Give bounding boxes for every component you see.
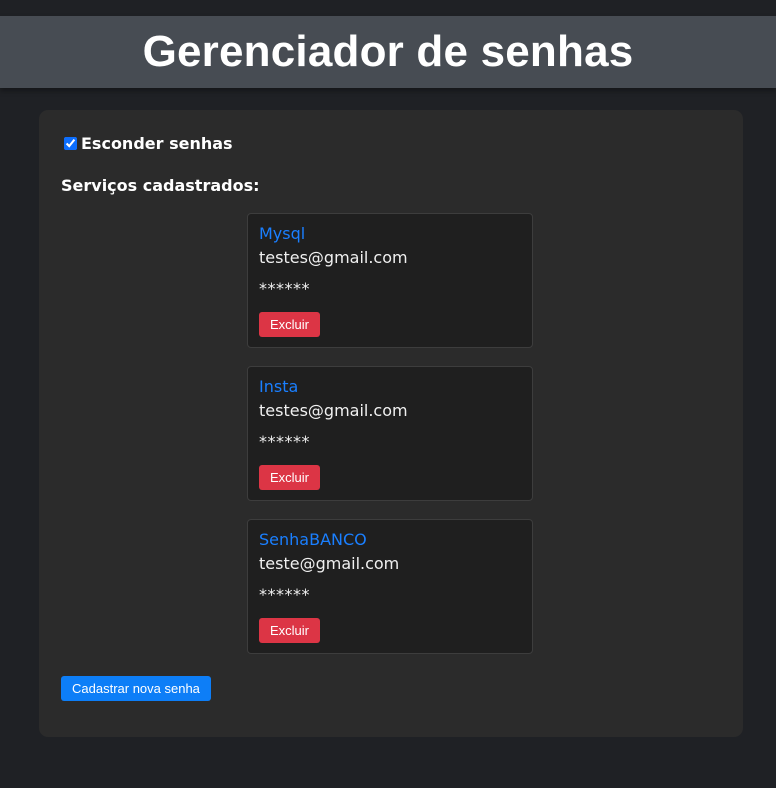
service-email: testes@gmail.com bbox=[259, 248, 408, 267]
service-link[interactable]: Mysql bbox=[259, 224, 305, 243]
services-heading: Serviços cadastrados: bbox=[61, 176, 260, 195]
service-email: teste@gmail.com bbox=[259, 554, 400, 573]
main-panel: Esconder senhas Serviços cadastrados: My… bbox=[39, 110, 743, 737]
service-email: testes@gmail.com bbox=[259, 401, 408, 420]
service-password: ****** bbox=[259, 432, 310, 451]
hide-passwords-label[interactable]: Esconder senhas bbox=[81, 134, 233, 153]
delete-button[interactable]: Excluir bbox=[259, 618, 321, 643]
service-password: ****** bbox=[259, 585, 310, 604]
service-card: Insta testes@gmail.com ****** Excluir bbox=[247, 366, 533, 501]
hide-passwords-option: Esconder senhas bbox=[64, 134, 233, 153]
page-title: Gerenciador de senhas bbox=[142, 27, 634, 76]
hide-passwords-checkbox[interactable] bbox=[64, 136, 77, 150]
app-header: Gerenciador de senhas bbox=[0, 16, 776, 88]
service-card: Mysql testes@gmail.com ****** Excluir bbox=[247, 213, 533, 348]
service-link[interactable]: Insta bbox=[259, 377, 298, 396]
service-card: SenhaBANCO teste@gmail.com ****** Exclui… bbox=[247, 519, 533, 654]
new-password-button[interactable]: Cadastrar nova senha bbox=[61, 676, 211, 701]
delete-button[interactable]: Excluir bbox=[259, 465, 321, 490]
service-link[interactable]: SenhaBANCO bbox=[259, 530, 367, 549]
delete-button[interactable]: Excluir bbox=[259, 312, 321, 337]
service-password: ****** bbox=[259, 279, 310, 298]
services-list: Mysql testes@gmail.com ****** Excluir In… bbox=[247, 213, 535, 672]
